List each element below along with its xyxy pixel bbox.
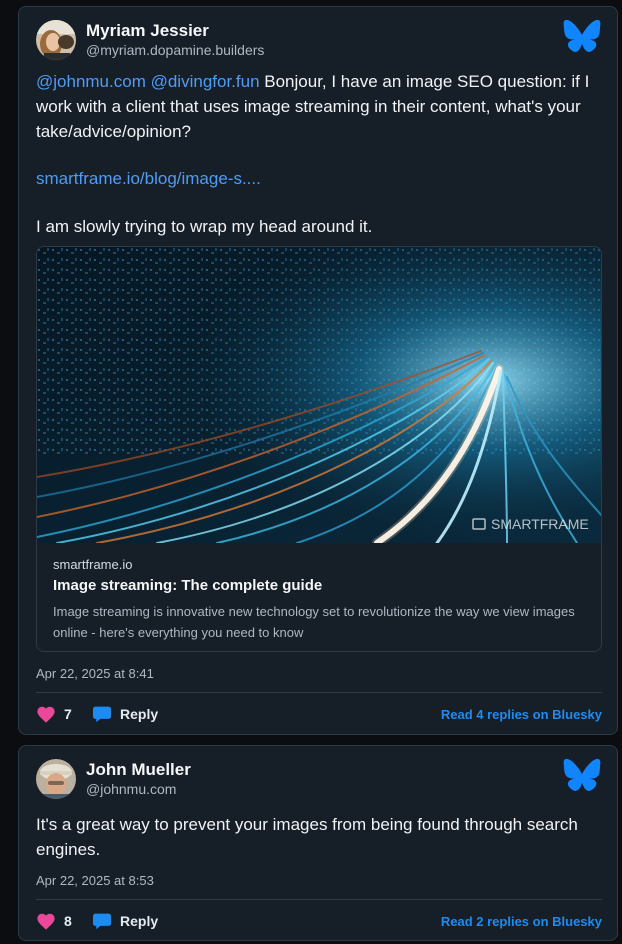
divider [36,899,602,900]
read-replies-link[interactable]: Read 4 replies on Bluesky [441,707,602,722]
reply-label: Reply [120,706,159,722]
reply-bubble-icon [93,706,111,723]
heart-icon [37,706,55,723]
author-handle[interactable]: @myriam.dopamine.builders [86,41,264,60]
divider [36,692,602,693]
post-timestamp[interactable]: Apr 22, 2025 at 8:41 [36,666,154,681]
post-link[interactable]: smartframe.io/blog/image-s.... [36,169,261,188]
link-preview-title: Image streaming: The complete guide [53,577,323,594]
post-body-2: I am slowly trying to wrap my head aroun… [36,217,373,236]
avatar[interactable] [36,759,76,799]
like-count: 8 [64,913,72,929]
reply-label: Reply [120,913,159,929]
author-name[interactable]: John Mueller [86,759,191,780]
post-text: @johnmu.com @divingfor.fun Bonjour, I ha… [36,69,606,144]
link-preview-domain: smartframe.io [53,557,133,572]
post-timestamp[interactable]: Apr 22, 2025 at 8:53 [36,873,154,888]
reply-button[interactable]: Reply [92,705,158,723]
like-count: 7 [64,706,72,722]
link-preview-image: SMARTFRAME [37,247,601,543]
post-body: It's a great way to prevent your images … [36,815,578,859]
author-row[interactable]: Myriam Jessier @myriam.dopamine.builders [36,19,264,61]
post-card[interactable]: John Mueller @johnmu.com It's a great wa… [18,745,618,941]
action-bar: 7 Reply Read 4 replies on Bluesky [36,702,602,726]
link-preview-card[interactable]: SMARTFRAME smartframe.io Image streaming… [36,246,602,652]
author-row[interactable]: John Mueller @johnmu.com [36,758,191,800]
bluesky-butterfly-icon[interactable] [563,19,601,53]
mention-link[interactable]: @johnmu.com [36,72,146,91]
author-handle[interactable]: @johnmu.com [86,780,191,799]
like-button[interactable]: 8 [36,912,92,930]
like-button[interactable]: 7 [36,705,92,723]
image-watermark: SMARTFRAME [491,516,589,532]
reply-bubble-icon [93,913,111,930]
heart-icon [37,913,55,930]
post-card[interactable]: Myriam Jessier @myriam.dopamine.builders… [18,6,618,735]
mention-link[interactable]: @divingfor.fun [151,72,260,91]
author-name[interactable]: Myriam Jessier [86,20,264,41]
reply-button[interactable]: Reply [92,912,158,930]
post-link-line: smartframe.io/blog/image-s.... [36,166,606,191]
link-preview-description: Image streaming is innovative new techno… [53,604,575,640]
bluesky-butterfly-icon[interactable] [563,758,601,792]
avatar[interactable] [36,20,76,60]
action-bar: 8 Reply Read 2 replies on Bluesky [36,909,602,933]
read-replies-link[interactable]: Read 2 replies on Bluesky [441,914,602,929]
